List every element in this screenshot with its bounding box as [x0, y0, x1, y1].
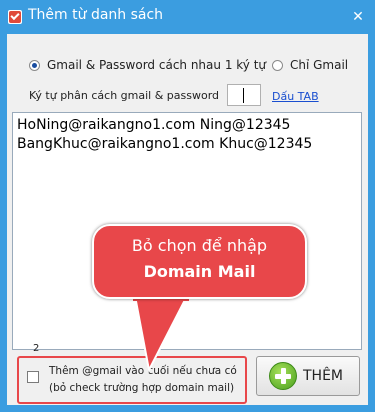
radio-gmail-password-label: Gmail & Password cách nhau 1 ký tự: [47, 58, 267, 72]
close-button[interactable]: ✕: [349, 8, 367, 26]
add-button[interactable]: THÊM: [256, 356, 360, 396]
account-line: BangKhuc@raikangno1.com Khuc@12345: [17, 136, 313, 152]
callout-line-2: Domain Mail: [143, 262, 256, 281]
radio-gmail-only[interactable]: Chỉ Gmail: [272, 56, 348, 74]
append-gmail-checkbox[interactable]: [27, 371, 39, 383]
annotation-callout: Bỏ chọn để nhập Domain Mail: [92, 224, 307, 299]
app-check-icon: [8, 10, 22, 24]
window-title: Thêm từ danh sách: [28, 7, 164, 23]
radio-gmail-password[interactable]: Gmail & Password cách nhau 1 ký tự: [29, 56, 266, 74]
plus-icon: [269, 362, 297, 390]
callout-line-1: Bỏ chọn để nhập: [131, 236, 268, 255]
radio-gmail-only-label: Chỉ Gmail: [290, 58, 349, 72]
account-line: HoNing@raikangno1.com Ning@12345: [17, 117, 291, 133]
add-button-label: THÊM: [303, 368, 344, 384]
append-gmail-hint: (bỏ check trường hợp domain mail): [49, 382, 235, 394]
separator-label: Ký tự phân cách gmail & password: [29, 89, 220, 102]
line-count: 2: [33, 343, 40, 354]
dialog-window: Thêm từ danh sách ✕ Gmail & Password các…: [0, 0, 375, 412]
radio-checked-icon[interactable]: [29, 59, 40, 71]
text-caret: [243, 88, 244, 103]
separator-input[interactable]: [227, 84, 261, 106]
dialog-body: Gmail & Password cách nhau 1 ký tự Chỉ G…: [7, 34, 368, 405]
radio-unchecked-icon[interactable]: [272, 59, 283, 71]
title-bar[interactable]: Thêm từ danh sách ✕: [0, 0, 375, 34]
callout-pointer: [133, 296, 189, 374]
tab-separator-link[interactable]: Dấu TAB: [272, 90, 319, 103]
